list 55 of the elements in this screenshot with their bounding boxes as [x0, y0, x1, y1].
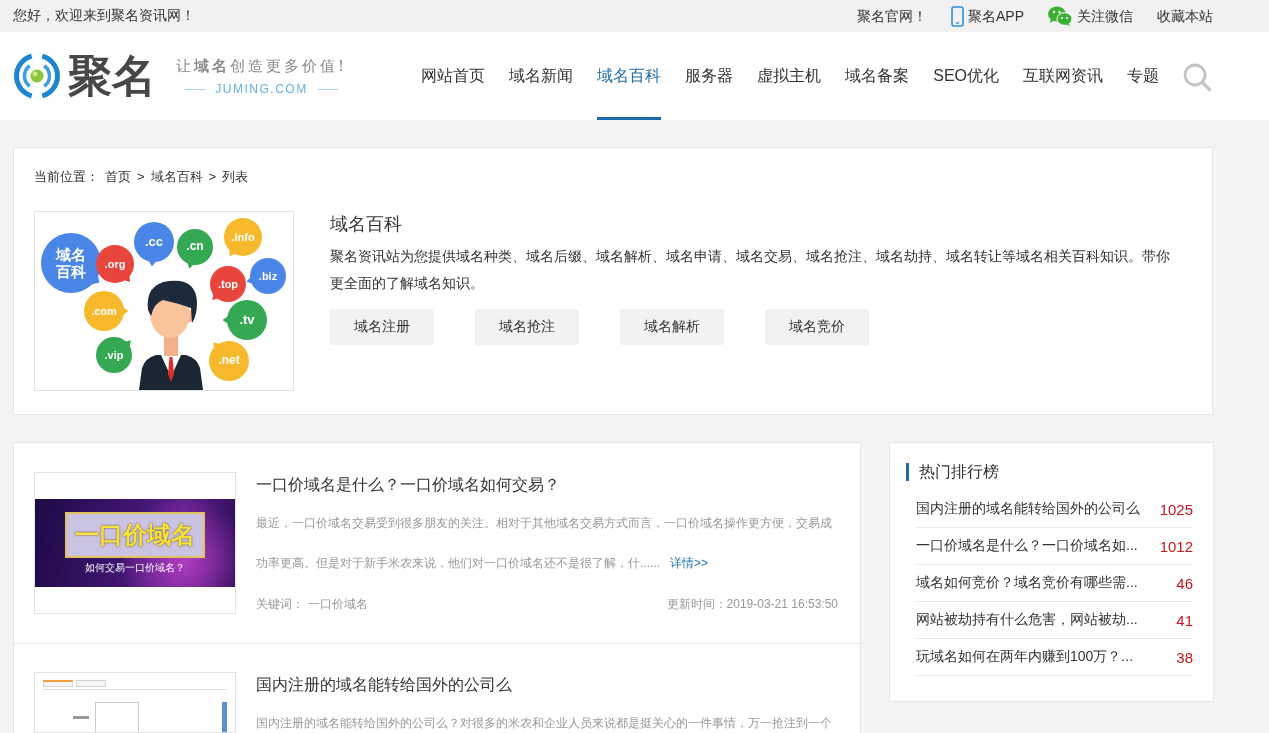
nav-tab[interactable]: 网站首页 — [421, 32, 486, 120]
nav-tab[interactable]: 域名备案 — [845, 32, 910, 120]
article-thumbnail[interactable]: 一口价域名 如何交易一口价域名？ — [34, 472, 236, 614]
breadcrumb-link[interactable]: 首页 — [105, 167, 131, 187]
chat-bubbles-icon — [1048, 6, 1072, 26]
nav-tab[interactable]: 服务器 — [685, 32, 734, 120]
nav-tab[interactable]: 专题 — [1127, 32, 1159, 120]
nav-tab[interactable]: 互联网资讯 — [1023, 32, 1103, 120]
logo-domain: JUMING.COM — [215, 81, 308, 97]
breadcrumb-label: 当前位置： — [34, 168, 99, 186]
nav-tab[interactable]: 域名新闻 — [509, 32, 574, 120]
breadcrumb-link[interactable]: 域名百科 — [150, 167, 203, 187]
section-title: 域名百科 — [330, 213, 403, 236]
view-count: 1012 — [1159, 537, 1193, 555]
ranking-link[interactable]: 玩域名如何在两年内赚到100万？... — [916, 648, 1134, 666]
read-more-link[interactable]: 详情>> — [670, 556, 709, 570]
top-link[interactable]: 聚名APP — [951, 5, 1024, 27]
topic-button[interactable]: 域名解析 — [620, 309, 724, 345]
ranking-link[interactable]: 国内注册的域名能转给国外的公司么 — [916, 500, 1140, 518]
view-count: 41 — [1176, 611, 1193, 629]
keywords-label: 关键词： — [256, 596, 304, 613]
ranking-link[interactable]: 域名如何竞价？域名竞价有哪些需... — [916, 574, 1138, 592]
phone-icon — [951, 5, 964, 27]
top-link[interactable]: 聚名官网！ — [857, 6, 927, 26]
ranking-link[interactable]: 网站被劫持有什么危害，网站被劫... — [916, 611, 1138, 629]
topic-button[interactable]: 域名竞价 — [765, 309, 869, 345]
page-screenshot-drawing[interactable] — [34, 672, 236, 733]
banner-subtitle: 如何交易一口价域名？ — [85, 560, 185, 575]
breadcrumb-link[interactable]: 列表 — [222, 167, 249, 187]
update-time: 更新时间：2019-03-21 16:53:50 — [666, 596, 838, 613]
nav-tab[interactable]: 虚拟主机 — [757, 32, 822, 120]
article-excerpt: 国内注册的域名能转给国外的公司么？对很多的米农和企业人员来说都是挺关心的一件事情，万一抢注到一个 — [256, 716, 832, 730]
breadcrumb-separator: > — [208, 168, 217, 186]
logo-slogan: 让域名创造更多价值! — [176, 56, 348, 77]
nav-tab[interactable]: SEO优化 — [933, 32, 999, 120]
logo-icon[interactable] — [13, 52, 61, 100]
article-excerpt: 最近，一口价域名交易受到很多朋友的关注。相对于其他域名交易方式而言，一口价域名操作更方便，交易成功率更高。但是对于新手米农来说，他们对一口价域名还不是很了解，什...... 详情>> — [256, 516, 832, 570]
article-title[interactable]: 一口价域名是什么？一口价域名如何交易？ — [256, 476, 560, 493]
view-count: 46 — [1176, 574, 1193, 592]
greeting-text: 您好，欢迎来到聚名资讯网！ — [13, 7, 195, 25]
ranking-title: 热门排行榜 — [906, 463, 1193, 481]
view-count: 1025 — [1159, 500, 1193, 518]
search-icon[interactable] — [1183, 63, 1211, 91]
nav-tab[interactable]: 域名百科 — [597, 32, 662, 120]
banner-headline: 一口价域名 — [65, 511, 205, 558]
topic-button[interactable]: 域名抢注 — [475, 309, 579, 345]
top-link[interactable]: 收藏本站 — [1157, 6, 1213, 26]
view-count: 38 — [1176, 648, 1193, 666]
section-description: 聚名资讯站为您提供域名种类、域名后缀、域名解析、域名申请、域名交易、域名抢注、域名劫持、域名转让等域名相关百科知识。带你更全面的了解域名知识。 — [330, 247, 1171, 293]
logo-text: 聚名 — [68, 51, 156, 101]
top-link[interactable]: 关注微信 — [1048, 6, 1133, 26]
article-title[interactable]: 国内注册的域名能转给国外的公司么 — [256, 676, 512, 693]
breadcrumb-separator: > — [137, 168, 145, 186]
topic-button[interactable]: 域名注册 — [330, 309, 434, 345]
ranking-link[interactable]: 一口价域名是什么？一口价域名如... — [916, 537, 1138, 555]
